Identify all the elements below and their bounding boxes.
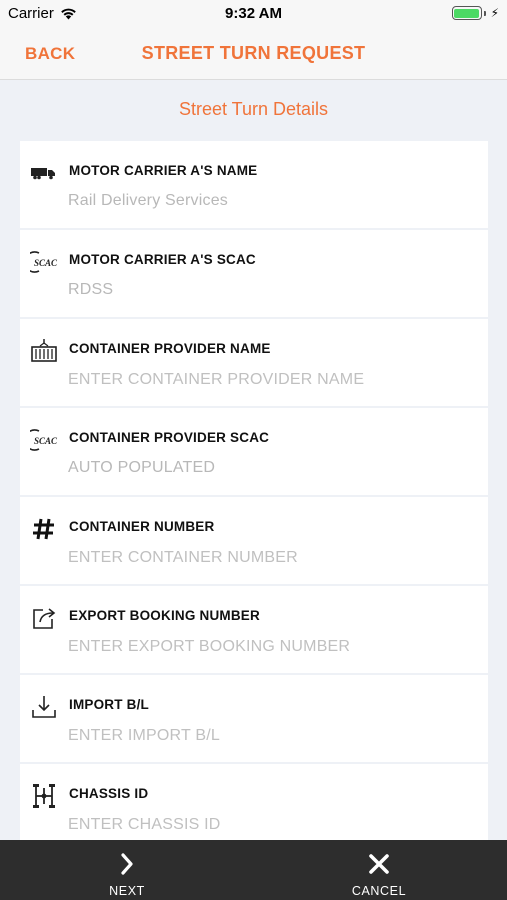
page-title: STREET TURN REQUEST (141, 43, 366, 63)
field-label: MOTOR CARRIER A'S SCAC (69, 252, 256, 267)
chassis-id-input[interactable] (68, 813, 468, 837)
field-label: MOTOR CARRIER A'S NAME (69, 163, 258, 178)
close-icon (368, 852, 390, 876)
scac-icon: SCAC (30, 426, 58, 454)
status-bar: Carrier 9:32 AM ⚡ (0, 0, 507, 28)
export-icon (30, 604, 58, 632)
field-value: Rail Delivery Services (68, 192, 228, 209)
field-import-bl[interactable]: IMPORT B/L (20, 675, 488, 762)
field-export-booking-number[interactable]: EXPORT BOOKING NUMBER (20, 586, 488, 673)
navigation-bar: BACK STREET TURN REQUEST (0, 28, 507, 80)
field-label: CONTAINER NUMBER (69, 519, 215, 534)
status-time: 9:32 AM (225, 5, 282, 22)
field-label: CONTAINER PROVIDER SCAC (69, 430, 270, 445)
container-icon (30, 337, 58, 365)
field-motor-carrier-name[interactable]: MOTOR CARRIER A'S NAME Rail Delivery Ser… (20, 141, 488, 228)
field-value: AUTO POPULATED (68, 459, 216, 476)
section-title: Street Turn Details (178, 99, 329, 119)
cancel-button[interactable]: CANCEL (309, 840, 449, 900)
hash-icon (30, 515, 58, 543)
scac-icon: SCAC (30, 248, 58, 276)
export-booking-number-input[interactable] (68, 635, 468, 659)
charging-icon: ⚡ (490, 6, 499, 20)
next-label: NEXT (109, 884, 145, 898)
next-button[interactable]: NEXT (57, 840, 197, 900)
field-label: EXPORT BOOKING NUMBER (69, 608, 260, 623)
svg-text:SCAC: SCAC (34, 436, 58, 446)
field-container-provider-scac[interactable]: SCAC CONTAINER PROVIDER SCAC AUTO POPULA… (20, 408, 488, 495)
download-icon (30, 693, 58, 721)
field-label: CONTAINER PROVIDER NAME (69, 341, 271, 356)
chevron-right-icon (120, 852, 134, 876)
cancel-label: CANCEL (351, 884, 407, 898)
chassis-icon (30, 782, 58, 810)
field-label: CHASSIS ID (69, 786, 149, 801)
svg-text:SCAC: SCAC (34, 258, 58, 268)
field-motor-carrier-scac[interactable]: SCAC MOTOR CARRIER A'S SCAC RDSS (20, 230, 488, 317)
bottom-action-bar: NEXT CANCEL (0, 840, 507, 900)
import-bl-input[interactable] (68, 724, 468, 748)
street-turn-form: MOTOR CARRIER A'S NAME Rail Delivery Ser… (20, 141, 488, 853)
truck-icon (30, 159, 58, 187)
field-container-provider-name[interactable]: CONTAINER PROVIDER NAME (20, 319, 488, 406)
container-provider-name-input[interactable] (68, 368, 468, 392)
field-value: RDSS (68, 281, 114, 298)
field-container-number[interactable]: CONTAINER NUMBER (20, 497, 488, 584)
field-label: IMPORT B/L (69, 697, 149, 712)
field-chassis-id[interactable]: CHASSIS ID (20, 764, 488, 851)
container-number-input[interactable] (68, 546, 468, 570)
battery-icon: ⚡ (451, 6, 499, 20)
